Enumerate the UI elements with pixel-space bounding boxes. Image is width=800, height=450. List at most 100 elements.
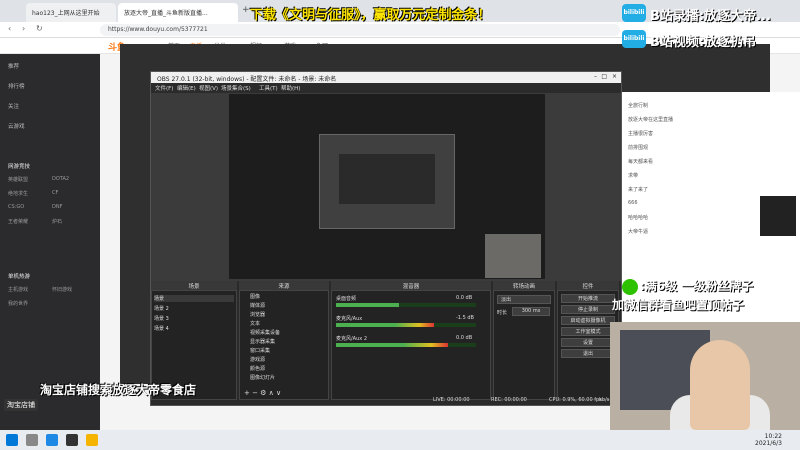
category-item[interactable]: 主机游戏 — [8, 286, 28, 293]
category-item[interactable]: 怀旧游戏 — [52, 286, 72, 293]
taobao-promo: 淘宝店铺搜索放逐大帝零食店 — [40, 383, 197, 397]
preview-webcam — [485, 234, 541, 278]
tab-douyu[interactable]: 放逐大帝_直播_斗鱼新版直播... — [118, 3, 238, 22]
windows-start-icon[interactable] — [6, 434, 18, 446]
wechat-icon — [622, 279, 638, 295]
category-item[interactable]: DOTA2 — [52, 176, 69, 182]
obs-title-bar: OBS 27.0.1 (32-bit, windows) - 配置文件: 未命名… — [151, 72, 621, 83]
stop-recording-button[interactable]: 停止录制 — [561, 305, 615, 314]
category-item[interactable]: CS:GO — [8, 204, 24, 210]
source-item[interactable]: 文本 — [250, 320, 260, 327]
scene-item[interactable]: 场景 — [154, 295, 234, 302]
chat-message: 哈哈哈哈 — [628, 215, 649, 221]
mixer-channel-db: -1.5 dB — [456, 315, 474, 321]
obs-taskbar-icon[interactable] — [66, 434, 78, 446]
menu-view[interactable]: 视图(V) — [199, 84, 218, 92]
category-item[interactable]: DNF — [52, 204, 62, 210]
category-item[interactable]: 绝地求生 — [8, 190, 28, 197]
transitions-panel: 淡出 时长 300 ms — [493, 290, 555, 400]
category-item[interactable]: CF — [52, 190, 58, 196]
edge-icon[interactable] — [46, 434, 58, 446]
transition-select[interactable]: 淡出 — [497, 295, 551, 304]
volume-meter — [336, 343, 476, 347]
explorer-icon[interactable] — [86, 434, 98, 446]
menu-tools[interactable]: 工具(T) — [259, 84, 278, 92]
fan-badge-text: :满6级 一级粉丝牌子 — [640, 279, 754, 293]
mixer-panel: 桌面音频 0.0 dB 麦克风/Aux -1.5 dB 麦克风/Aux 2 0.… — [331, 290, 491, 400]
scene-item[interactable]: 场景 4 — [154, 325, 169, 332]
menu-edit[interactable]: 编辑(E) — [177, 84, 196, 92]
shop-label: 淘宝店铺 — [4, 399, 38, 411]
left-sidebar: 推荐 排行榜 关注 云游戏 网游竞技 英雄联盟 DOTA2 绝地求生 CF CS… — [0, 54, 100, 430]
bilibili-icon: bilibili — [622, 4, 646, 22]
sidebar-section-title: 网游竞技 — [8, 164, 31, 170]
add-source-icon[interactable]: + − ⚙ ∧ ∨ — [244, 389, 281, 397]
bili-video-text: B站视频:放逐扔吊 — [650, 35, 757, 50]
obs-dock-area: 场景 场景 场景 2 场景 3 场景 4 来源 图像 媒体源 浏览器 文本 视频… — [151, 281, 621, 405]
obs-preview[interactable] — [229, 94, 545, 279]
close-icon[interactable]: × — [612, 73, 617, 80]
obs-menu-bar: 文件(F) 编辑(E) 视图(V) 场景集合(S) 工具(T) 帮助(H) — [151, 83, 621, 93]
source-item[interactable]: 图像 — [250, 293, 260, 300]
sidebar-item-cloudgame[interactable]: 云游戏 — [8, 122, 25, 130]
sidebar-item-follow[interactable]: 关注 — [8, 102, 19, 110]
sidebar-item-rank[interactable]: 排行榜 — [8, 82, 25, 90]
minimize-icon[interactable]: – — [594, 73, 597, 80]
scene-item[interactable]: 场景 3 — [154, 315, 169, 322]
exit-button[interactable]: 退出 — [561, 349, 615, 358]
virtual-camera-button[interactable]: 启动虚拟摄像机 — [561, 316, 615, 325]
category-item[interactable]: 我的世界 — [8, 300, 28, 307]
tab-label: 放逐大帝_直播_斗鱼新版直播... — [124, 10, 208, 17]
back-icon[interactable]: ‹ — [8, 24, 11, 33]
source-item[interactable]: 颜色源 — [250, 365, 265, 372]
source-item[interactable]: 图像幻灯片 — [250, 374, 275, 381]
chat-message: 前排围观 — [628, 145, 649, 151]
source-item[interactable]: 游戏源 — [250, 356, 265, 363]
settings-button[interactable]: 设置 — [561, 338, 615, 347]
qr-code — [760, 196, 796, 236]
obs-title: OBS 27.0.1 (32-bit, windows) - 配置文件: 未命名… — [157, 76, 337, 83]
chat-message: 大帝牛逼 — [628, 229, 649, 235]
category-item[interactable]: 英雄联盟 — [8, 176, 28, 183]
url-input[interactable]: https://www.douyu.com/5377721 — [100, 24, 620, 36]
menu-scene-collection[interactable]: 场景集合(S) — [221, 84, 251, 92]
category-item[interactable]: 炉石 — [52, 218, 62, 225]
source-item[interactable]: 窗口采集 — [250, 347, 270, 354]
reload-icon[interactable]: ↻ — [36, 24, 43, 33]
status-live: LIVE: 00:00:00 — [433, 397, 470, 403]
wechat-group-text: 加微信群看鱼吧置顶帖子 — [612, 298, 745, 312]
sources-panel: 图像 媒体源 浏览器 文本 视频采集设备 显示器采集 窗口采集 游戏源 颜色源 … — [239, 290, 329, 400]
chat-message: 666 — [628, 200, 638, 206]
clock-date: 2021/6/3 — [755, 440, 782, 447]
source-item[interactable]: 媒体源 — [250, 302, 265, 309]
tab-hao123[interactable]: hao123_上网从这里开始 — [26, 3, 116, 22]
duration-input[interactable]: 300 ms — [512, 307, 550, 316]
chat-message: 放逐大帝在这里直播 — [628, 117, 674, 123]
chat-message: 求带 — [628, 173, 639, 179]
new-tab-icon[interactable]: + — [242, 5, 250, 15]
source-item[interactable]: 显示器采集 — [250, 338, 275, 345]
duration-label: 时长 — [497, 310, 508, 316]
nested-preview-inner — [339, 154, 435, 204]
task-view-icon[interactable] — [26, 434, 38, 446]
menu-help[interactable]: 帮助(H) — [281, 84, 300, 92]
volume-meter — [336, 323, 476, 327]
menu-file[interactable]: 文件(F) — [155, 84, 173, 92]
chat-message: 每天都来看 — [628, 159, 654, 165]
studio-mode-button[interactable]: 工作室模式 — [561, 327, 615, 336]
source-item[interactable]: 浏览器 — [250, 311, 265, 318]
scene-item[interactable]: 场景 2 — [154, 305, 169, 312]
mixer-header: 混音器 — [331, 281, 491, 290]
taskbar-clock: 10:22 2021/6/3 — [755, 433, 782, 447]
transitions-header: 转场动画 — [493, 281, 555, 290]
maximize-icon[interactable]: □ — [601, 73, 607, 80]
start-streaming-button[interactable]: 开始推流 — [561, 294, 615, 303]
forward-icon[interactable]: › — [22, 24, 25, 33]
sidebar-item-recommend[interactable]: 推荐 — [8, 62, 19, 70]
category-item[interactable]: 王者荣耀 — [8, 218, 28, 225]
source-item[interactable]: 视频采集设备 — [250, 329, 280, 336]
status-rec: REC: 00:00:00 — [491, 397, 527, 403]
mixer-channel-name: 麦克风/Aux — [336, 316, 363, 322]
chat-message: 来了来了 — [628, 187, 649, 193]
chat-message: 全旅行制 — [628, 103, 649, 109]
